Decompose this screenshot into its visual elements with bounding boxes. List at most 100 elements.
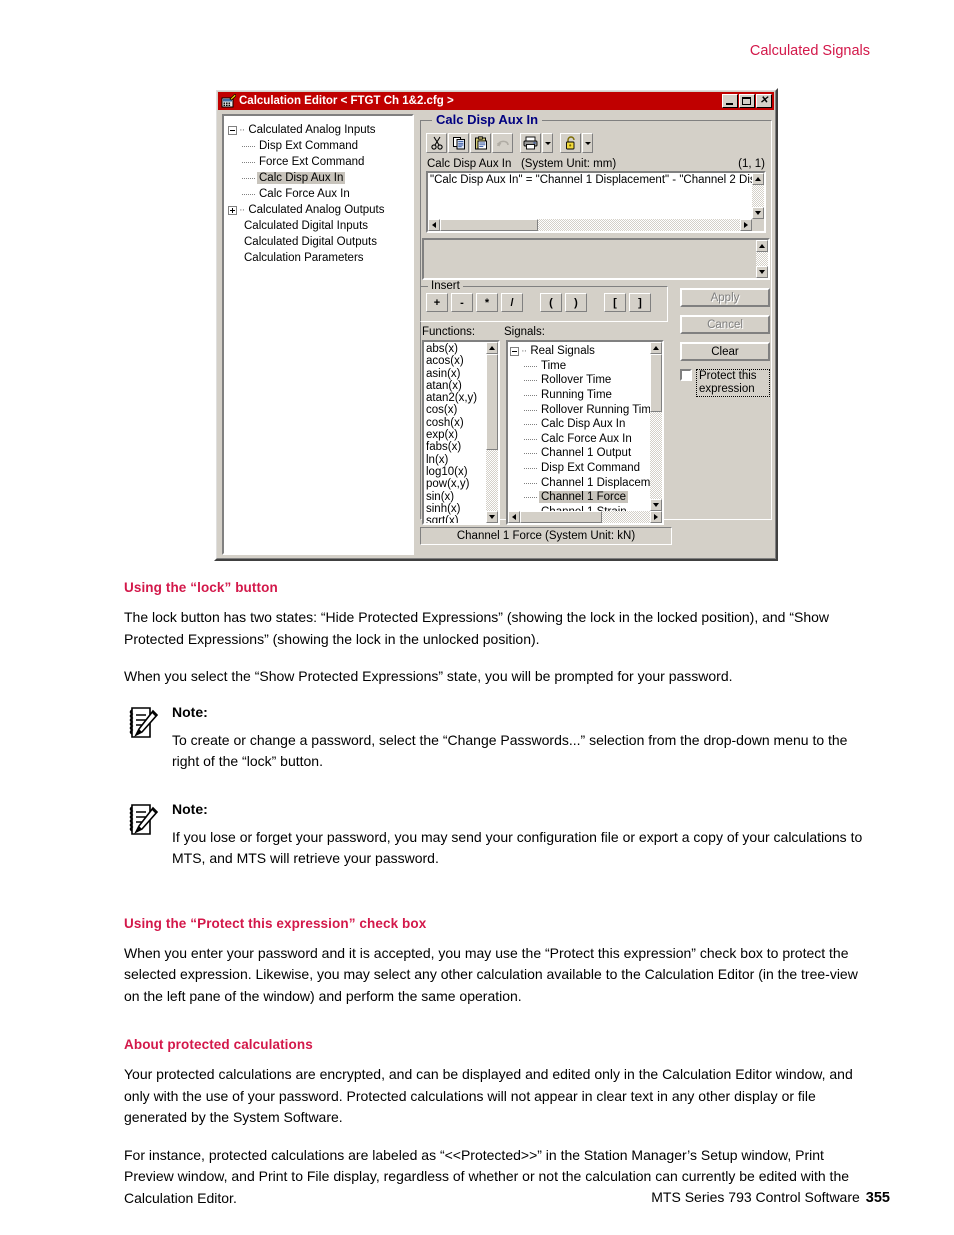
tree-connector <box>524 452 537 455</box>
scroll-left-button[interactable] <box>428 219 440 231</box>
tree-expander-plus-icon[interactable] <box>228 205 237 215</box>
scroll-thumb[interactable] <box>520 511 602 523</box>
maximize-button[interactable] <box>739 94 755 108</box>
tree-item-calculation-parameters[interactable]: Calculation Parameters <box>228 250 408 266</box>
scroll-up-button[interactable] <box>756 240 768 252</box>
cancel-button[interactable]: Cancel <box>680 315 770 334</box>
scroll-thumb[interactable] <box>650 354 662 412</box>
list-item[interactable]: abs(x) <box>426 343 488 355</box>
signal-item-channel-1-displacement[interactable]: Channel 1 Displacement <box>510 475 662 490</box>
list-item[interactable]: fabs(x) <box>426 441 488 453</box>
expression-text[interactable]: "Calc Disp Aux In" = "Channel 1 Displace… <box>428 173 758 187</box>
insert-minus-button[interactable]: - <box>451 293 473 312</box>
note-title: Note: <box>172 800 208 817</box>
list-item[interactable]: sqrt(x) <box>426 515 488 523</box>
insert-multiply-button[interactable]: * <box>476 293 498 312</box>
page-header: Calculated Signals <box>0 42 954 60</box>
scroll-up-button[interactable] <box>650 342 662 354</box>
signals-list[interactable]: ·· Real Signals Time Rollover Time Runni… <box>506 340 664 525</box>
functions-list[interactable]: abs(x) acos(x) asin(x) atan(x) atan2(x,y… <box>422 340 500 525</box>
scroll-up-button[interactable] <box>486 342 498 354</box>
protect-expression-checkbox-row[interactable]: Protect this expression <box>680 369 770 397</box>
signal-group-real-signals[interactable]: ·· Real Signals <box>510 344 652 359</box>
tree-item-calc-disp-aux-in[interactable]: Calc Disp Aux In <box>228 170 408 186</box>
lock-dropdown-button[interactable] <box>582 133 593 153</box>
tree-connector <box>524 409 537 411</box>
title-bar[interactable]: Calculation Editor < FTGT Ch 1&2.cfg > ✕ <box>218 92 774 110</box>
scroll-down-button[interactable] <box>756 266 768 278</box>
note-block-2: Note: If you lose or forget your passwor… <box>124 801 872 870</box>
list-item[interactable]: asin(x) <box>426 368 488 380</box>
tree-expander-minus-icon[interactable] <box>228 125 237 135</box>
unlocked-padlock-icon[interactable] <box>560 133 581 153</box>
protect-expression-checkbox[interactable] <box>680 369 692 381</box>
signal-item-channel-1-output[interactable]: Channel 1 Output <box>510 446 652 461</box>
apply-button[interactable]: Apply <box>680 288 770 307</box>
signals-horizontal-scrollbar[interactable] <box>508 511 662 523</box>
signal-item-running-time[interactable]: Running Time <box>510 388 652 403</box>
scroll-down-button[interactable] <box>752 207 764 219</box>
cut-button[interactable] <box>426 133 447 153</box>
scroll-down-button[interactable] <box>650 499 662 511</box>
list-item[interactable]: exp(x) <box>426 429 488 441</box>
list-item[interactable]: atan2(x,y) <box>426 392 488 404</box>
list-item[interactable]: sin(x) <box>426 491 488 503</box>
scroll-up-button[interactable] <box>752 173 764 185</box>
tree-item-force-ext-command[interactable]: Force Ext Command <box>228 154 408 170</box>
tree-item-calculated-digital-inputs[interactable]: Calculated Digital Inputs <box>228 218 408 234</box>
list-item[interactable]: cos(x) <box>426 404 488 416</box>
insert-open-bracket-button[interactable]: [ <box>604 293 626 312</box>
clear-button[interactable]: Clear <box>680 342 770 361</box>
functions-vertical-scrollbar[interactable] <box>486 342 498 523</box>
scroll-right-button[interactable] <box>740 219 752 231</box>
list-item[interactable]: cosh(x) <box>426 417 488 429</box>
paste-button[interactable] <box>470 133 491 153</box>
signal-group-label: Real Signals <box>530 345 595 358</box>
scroll-track[interactable] <box>756 252 768 266</box>
signal-item-time[interactable]: Time <box>510 359 652 374</box>
paragraph: When you enter your password and it is a… <box>124 944 858 1004</box>
calculation-tree-pane[interactable]: ·· Calculated Analog Inputs Disp Ext Com… <box>222 114 414 555</box>
signal-item-disp-ext-command[interactable]: Disp Ext Command <box>510 461 652 476</box>
scroll-thumb[interactable] <box>440 219 538 231</box>
insert-open-paren-button[interactable]: ( <box>540 293 562 312</box>
signal-item-rollover-time[interactable]: Rollover Time <box>510 373 652 388</box>
signal-item-calc-force-aux-in[interactable]: Calc Force Aux In <box>510 432 652 447</box>
expression-horizontal-scrollbar[interactable] <box>428 219 764 231</box>
tree-item-calculated-analog-inputs[interactable]: ·· Calculated Analog Inputs <box>228 122 408 138</box>
insert-close-paren-button[interactable]: ) <box>565 293 587 312</box>
scroll-left-button[interactable] <box>508 511 520 523</box>
close-button[interactable]: ✕ <box>756 94 772 108</box>
list-item[interactable]: log10(x) <box>426 466 488 478</box>
tree-item-calculated-digital-outputs[interactable]: Calculated Digital Outputs <box>228 234 408 250</box>
tree-item-disp-ext-command[interactable]: Disp Ext Command <box>228 138 408 154</box>
print-dropdown-button[interactable] <box>542 133 553 153</box>
scroll-down-button[interactable] <box>486 511 498 523</box>
list-item[interactable]: ln(x) <box>426 454 488 466</box>
tree-expander-minus-icon[interactable] <box>510 346 519 356</box>
scroll-thumb[interactable] <box>486 354 498 450</box>
minimize-button[interactable] <box>722 94 738 108</box>
signals-vertical-scrollbar[interactable] <box>650 342 662 523</box>
scroll-right-button[interactable] <box>650 511 662 523</box>
secondary-vertical-scrollbar[interactable] <box>756 240 768 278</box>
secondary-display-box[interactable] <box>422 238 770 280</box>
signal-item-rollover-running-time[interactable]: Rollover Running Time <box>510 402 657 417</box>
copy-button[interactable] <box>448 133 469 153</box>
tree-item-calculated-analog-outputs[interactable]: ·· Calculated Analog Outputs <box>228 202 408 218</box>
tree-item-calc-force-aux-in[interactable]: Calc Force Aux In <box>228 186 408 202</box>
insert-plus-button[interactable]: + <box>426 293 448 312</box>
list-item[interactable]: acos(x) <box>426 355 488 367</box>
print-button[interactable] <box>520 133 541 153</box>
tree-item-label: Force Ext Command <box>259 156 365 168</box>
insert-divide-button[interactable]: / <box>501 293 523 312</box>
list-item[interactable]: atan(x) <box>426 380 488 392</box>
expression-edit-box[interactable]: "Calc Disp Aux In" = "Channel 1 Displace… <box>426 171 766 233</box>
signal-item-calc-disp-aux-in[interactable]: Calc Disp Aux In <box>510 417 652 432</box>
signal-item-channel-1-force[interactable]: Channel 1 Force <box>510 490 652 505</box>
tree-connector <box>524 496 537 499</box>
tree-connector <box>524 467 537 470</box>
list-item[interactable]: pow(x,y) <box>426 478 488 490</box>
list-item[interactable]: sinh(x) <box>426 503 488 515</box>
insert-close-bracket-button[interactable]: ] <box>629 293 651 312</box>
